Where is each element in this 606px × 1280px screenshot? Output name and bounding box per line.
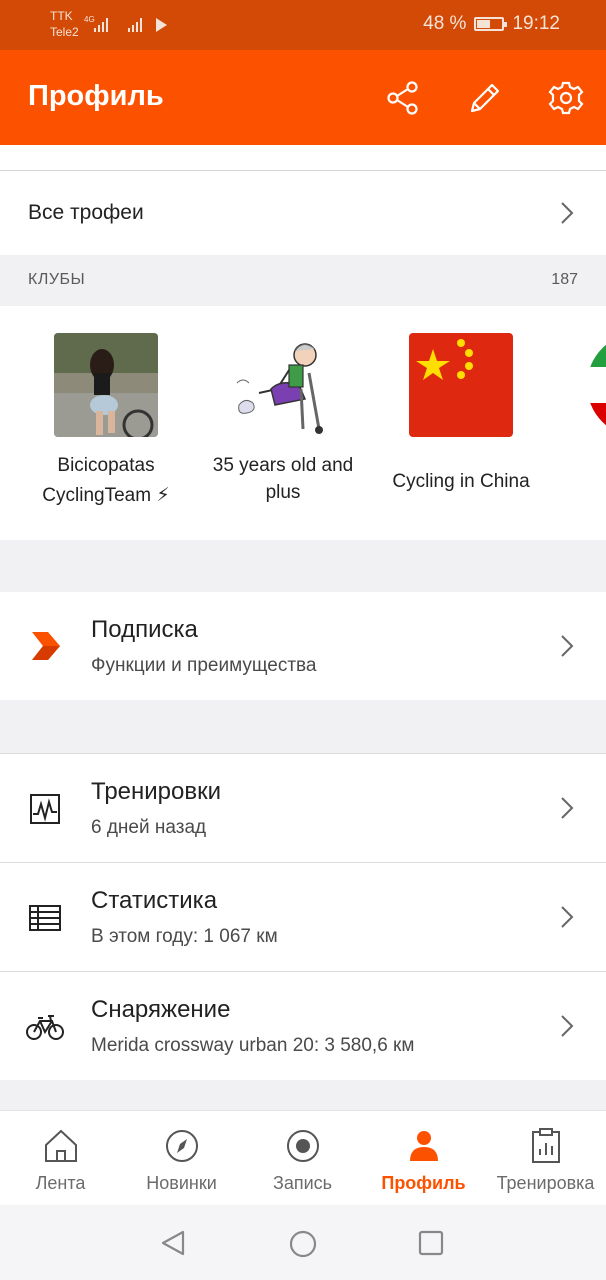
club-name-line2: CyclingTeam ⚡ <box>42 485 170 506</box>
clubs-header: КЛУБЫ 187 <box>0 254 606 306</box>
bottom-tab-bar: Лента Новинки Запись Профиль Тренировка <box>0 1110 606 1206</box>
gear-title: Снаряжение <box>91 996 231 1023</box>
tab-label: Запись <box>272 1173 333 1193</box>
battery-icon <box>474 17 508 31</box>
top-spacer <box>0 145 606 170</box>
carrier-bottom: Tele2 <box>50 25 79 39</box>
bicycle-icon <box>26 1015 64 1040</box>
statistics-title: Статистика <box>91 887 218 914</box>
record-icon <box>287 1130 319 1162</box>
trainings-subtitle: 6 дней назад <box>91 817 207 838</box>
status-bar: TTK Tele2 4G 48 % 19:12 <box>0 0 606 50</box>
tab-explore[interactable]: Новинки <box>121 1111 242 1206</box>
tab-feed[interactable]: Лента <box>0 1111 121 1206</box>
tab-training[interactable]: Тренировка <box>485 1111 606 1206</box>
system-nav-bar <box>0 1205 606 1280</box>
statistics-subtitle: В этом году: 1 067 км <box>91 926 278 947</box>
club-name: Bicicopatas <box>57 455 155 476</box>
profile-icon <box>410 1131 438 1161</box>
trainings-title: Тренировки <box>91 778 222 805</box>
home-icon <box>45 1129 77 1162</box>
app-bar: Профиль <box>0 50 606 145</box>
page-title: Профиль <box>28 80 164 112</box>
tab-record[interactable]: Запись <box>242 1111 363 1206</box>
tab-profile[interactable]: Профиль <box>363 1111 484 1206</box>
all-trophies-row[interactable]: Все трофеи <box>0 170 606 255</box>
chevron-right-icon <box>561 1015 574 1037</box>
club-avatar <box>231 333 335 437</box>
carrier-info: TTK Tele2 <box>50 8 79 40</box>
statistics-row[interactable]: Статистика В этом году: 1 067 км <box>0 863 606 971</box>
recents-icon[interactable] <box>417 1229 445 1257</box>
tab-label: Тренировка <box>496 1173 595 1193</box>
battery-percent: 48 % <box>423 13 467 34</box>
back-icon[interactable] <box>159 1229 187 1257</box>
gear-subtitle: Merida crossway urban 20: 3 580,6 км <box>91 1035 415 1056</box>
club-name: 35 years old and <box>212 455 354 476</box>
clipboard-chart-icon <box>532 1128 560 1163</box>
signal-icon-2 <box>128 18 142 32</box>
activity-chart-icon <box>30 794 60 824</box>
subscription-chevron-icon <box>32 632 60 660</box>
gear-row[interactable]: Снаряжение Merida crossway urban 20: 3 5… <box>0 972 606 1080</box>
club-name: I <box>550 468 606 496</box>
chevron-right-icon <box>561 906 574 928</box>
signal-icon: 4G <box>84 15 108 32</box>
network-type: 4G <box>84 15 95 24</box>
all-trophies-label: Все трофеи <box>28 201 144 224</box>
home-button-icon[interactable] <box>288 1229 318 1259</box>
club-avatar <box>409 333 513 437</box>
clock: 19:12 <box>512 13 560 34</box>
club-name: Cycling in China <box>392 471 530 492</box>
chevron-right-icon <box>561 635 574 657</box>
tab-label: Профиль <box>381 1173 466 1193</box>
compass-icon <box>166 1130 198 1162</box>
clubs-heading: КЛУБЫ <box>28 271 86 288</box>
club-avatar <box>54 333 158 437</box>
clubs-carousel[interactable]: Bicicopatas CyclingTeam ⚡ 35 years old a… <box>0 306 606 540</box>
settings-gear-icon[interactable] <box>548 80 584 116</box>
share-icon[interactable] <box>385 80 421 116</box>
play-store-icon <box>156 18 167 32</box>
subscription-title: Подписка <box>91 616 198 643</box>
chevron-right-icon <box>561 202 574 224</box>
club-name-line2: plus <box>265 482 301 503</box>
chevron-right-icon <box>561 797 574 819</box>
subscription-subtitle: Функции и преимущества <box>91 655 317 676</box>
subscription-row[interactable]: Подписка Функции и преимущества <box>0 592 606 700</box>
edit-pencil-icon[interactable] <box>467 80 503 116</box>
tab-label: Новинки <box>146 1173 217 1193</box>
club-avatar <box>587 333 606 437</box>
table-icon <box>29 905 61 931</box>
clubs-count[interactable]: 187 <box>551 271 578 289</box>
carrier-top: TTK <box>50 9 73 23</box>
trainings-row[interactable]: Тренировки 6 дней назад <box>0 754 606 862</box>
